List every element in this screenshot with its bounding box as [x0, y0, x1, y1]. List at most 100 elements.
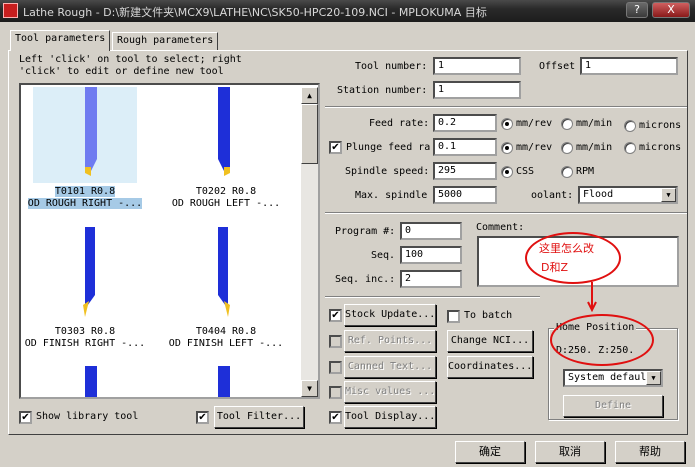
- canned-text-checkbox[interactable]: [329, 361, 342, 374]
- scroll-down-icon[interactable]: ▼: [301, 380, 318, 397]
- feed-mmmin-label: mm/min: [576, 118, 613, 129]
- coolant-label: oolant:: [531, 190, 574, 201]
- misc-values-button[interactable]: Misc values ...: [344, 381, 436, 403]
- separator: [325, 212, 687, 214]
- tool-desc-t0303: OD FINISH RIGHT -...: [24, 338, 146, 349]
- program-number-label: Program #:: [335, 226, 396, 237]
- tool-list-scrollbar[interactable]: ▲ ▼: [301, 87, 318, 397]
- tool-caption-t0101[interactable]: T0101 R0.8 OD ROUGH RIGHT -...: [11, 186, 159, 210]
- feed-rate-field[interactable]: 0.2: [433, 114, 497, 132]
- show-library-checkbox[interactable]: ✔: [19, 411, 32, 424]
- comment-label: Comment:: [476, 222, 525, 233]
- rpm-label: RPM: [576, 166, 595, 177]
- stock-update-button[interactable]: Stock Update...: [344, 304, 436, 326]
- annotation-question-line2: D和Z: [541, 261, 569, 274]
- home-position-select[interactable]: System defaul ▼: [563, 369, 663, 387]
- seq-inc-field[interactable]: 2: [400, 270, 462, 288]
- cancel-button[interactable]: 取消: [535, 441, 605, 463]
- chevron-down-icon[interactable]: ▼: [661, 188, 676, 202]
- scroll-up-icon[interactable]: ▲: [301, 87, 318, 104]
- seq-field[interactable]: 100: [400, 246, 462, 264]
- tool-desc-t0202: OD ROUGH LEFT -...: [171, 198, 281, 209]
- spindle-speed-field[interactable]: 295: [433, 162, 497, 180]
- tool-caption-t0202[interactable]: T0202 R0.8 OD ROUGH LEFT -...: [152, 186, 300, 210]
- plunge-mmrev-radio[interactable]: [501, 142, 513, 154]
- tool-caption-t0303[interactable]: T0303 R0.8 OD FINISH RIGHT -...: [11, 326, 159, 350]
- feed-mmrev-radio[interactable]: [501, 118, 513, 130]
- home-position-mode: System defaul: [568, 372, 647, 383]
- tool-image-partial-5[interactable]: [33, 366, 137, 397]
- offset-label: Offset: [539, 61, 576, 72]
- feed-mmrev-label: mm/rev: [516, 118, 553, 129]
- plunge-feed-field[interactable]: 0.1: [433, 138, 497, 156]
- seq-label: Seq.: [371, 250, 396, 261]
- chevron-down-icon[interactable]: ▼: [646, 371, 661, 385]
- feed-mmmin-radio[interactable]: [561, 118, 573, 130]
- tool-number-field[interactable]: 1: [433, 57, 521, 75]
- tool-select-hint: Left 'click' on tool to select; right 'c…: [19, 54, 259, 78]
- tool-desc-t0101: OD ROUGH RIGHT -...: [27, 198, 143, 209]
- tool-number-t0303: T0303 R0.8: [54, 326, 116, 337]
- tool-caption-t0404[interactable]: T0404 R0.8 OD FINISH LEFT -...: [152, 326, 300, 350]
- plunge-microns-radio[interactable]: [624, 142, 636, 154]
- tool-image-t0303[interactable]: [33, 227, 137, 323]
- app-icon: [3, 3, 18, 18]
- tool-image-t0101[interactable]: [33, 87, 137, 183]
- plunge-feed-label: Plunge feed ra: [346, 142, 431, 153]
- tool-display-checkbox[interactable]: ✔: [329, 411, 342, 424]
- plunge-mmmin-radio[interactable]: [561, 142, 573, 154]
- tool-number-label: Tool number:: [355, 61, 428, 72]
- rpm-radio[interactable]: [561, 166, 573, 178]
- tool-desc-t0404: OD FINISH LEFT -...: [168, 338, 284, 349]
- tool-number-t0101: T0101 R0.8: [54, 186, 116, 197]
- css-radio[interactable]: [501, 166, 513, 178]
- separator: [325, 296, 540, 298]
- title-bar: Lathe Rough - D:\新建文件夹\MCX9\LATHE\NC\SK5…: [0, 0, 695, 22]
- station-number-field[interactable]: 1: [433, 81, 521, 99]
- feed-microns-radio[interactable]: [624, 120, 636, 132]
- tool-t0404-icon: [218, 227, 230, 317]
- tool-image-t0404[interactable]: [174, 227, 278, 323]
- plunge-mmmin-label: mm/min: [576, 142, 613, 153]
- window-title: Lathe Rough - D:\新建文件夹\MCX9\LATHE\NC\SK5…: [23, 6, 487, 19]
- tool-image-partial-6[interactable]: [174, 366, 278, 397]
- misc-values-checkbox[interactable]: [329, 386, 342, 399]
- help-button[interactable]: 帮助: [615, 441, 685, 463]
- coordinates-button[interactable]: Coordinates...: [447, 356, 533, 378]
- spindle-speed-label: Spindle speed:: [345, 166, 430, 177]
- canned-text-button[interactable]: Canned Text...: [344, 356, 436, 378]
- change-nci-button[interactable]: Change NCI...: [447, 330, 533, 352]
- max-spindle-label: Max. spindle: [355, 190, 428, 201]
- feed-rate-label: Feed rate:: [369, 118, 430, 129]
- station-number-label: Station number:: [337, 85, 428, 96]
- plunge-feed-checkbox[interactable]: ✔: [329, 141, 342, 154]
- help-icon[interactable]: ?: [626, 2, 648, 18]
- show-library-label: Show library tool: [36, 411, 139, 422]
- tab-tool-parameters[interactable]: Tool parameters: [10, 30, 110, 51]
- tool-image-t0202[interactable]: [174, 87, 278, 183]
- plunge-microns-label: microns: [639, 142, 682, 153]
- scroll-thumb[interactable]: [301, 104, 318, 164]
- tool-filter-button[interactable]: Tool Filter...: [214, 406, 304, 428]
- to-batch-checkbox[interactable]: [447, 310, 460, 323]
- ref-points-button[interactable]: Ref. Points...: [344, 330, 436, 352]
- tool-number-t0404: T0404 R0.8: [195, 326, 257, 337]
- tool-display-button[interactable]: Tool Display...: [344, 406, 436, 428]
- ok-button[interactable]: 确定: [455, 441, 525, 463]
- feed-microns-label: microns: [639, 120, 682, 131]
- tab-rough-parameters[interactable]: Rough parameters: [112, 32, 218, 50]
- close-icon[interactable]: X: [652, 2, 690, 18]
- coolant-select[interactable]: Flood ▼: [578, 186, 678, 204]
- program-number-field[interactable]: 0: [400, 222, 462, 240]
- define-button[interactable]: Define: [563, 395, 663, 417]
- annotation-arrow-icon: [587, 282, 597, 312]
- ref-points-checkbox[interactable]: [329, 335, 342, 348]
- tool-5-icon: [85, 366, 97, 397]
- plunge-mmrev-label: mm/rev: [516, 142, 553, 153]
- stock-update-checkbox[interactable]: ✔: [329, 309, 342, 322]
- offset-field[interactable]: 1: [580, 57, 678, 75]
- max-spindle-field[interactable]: 5000: [433, 186, 497, 204]
- annotation-ellipse-home: [550, 314, 654, 366]
- tool-t0202-icon: [218, 87, 230, 176]
- tool-filter-checkbox[interactable]: ✔: [196, 411, 209, 424]
